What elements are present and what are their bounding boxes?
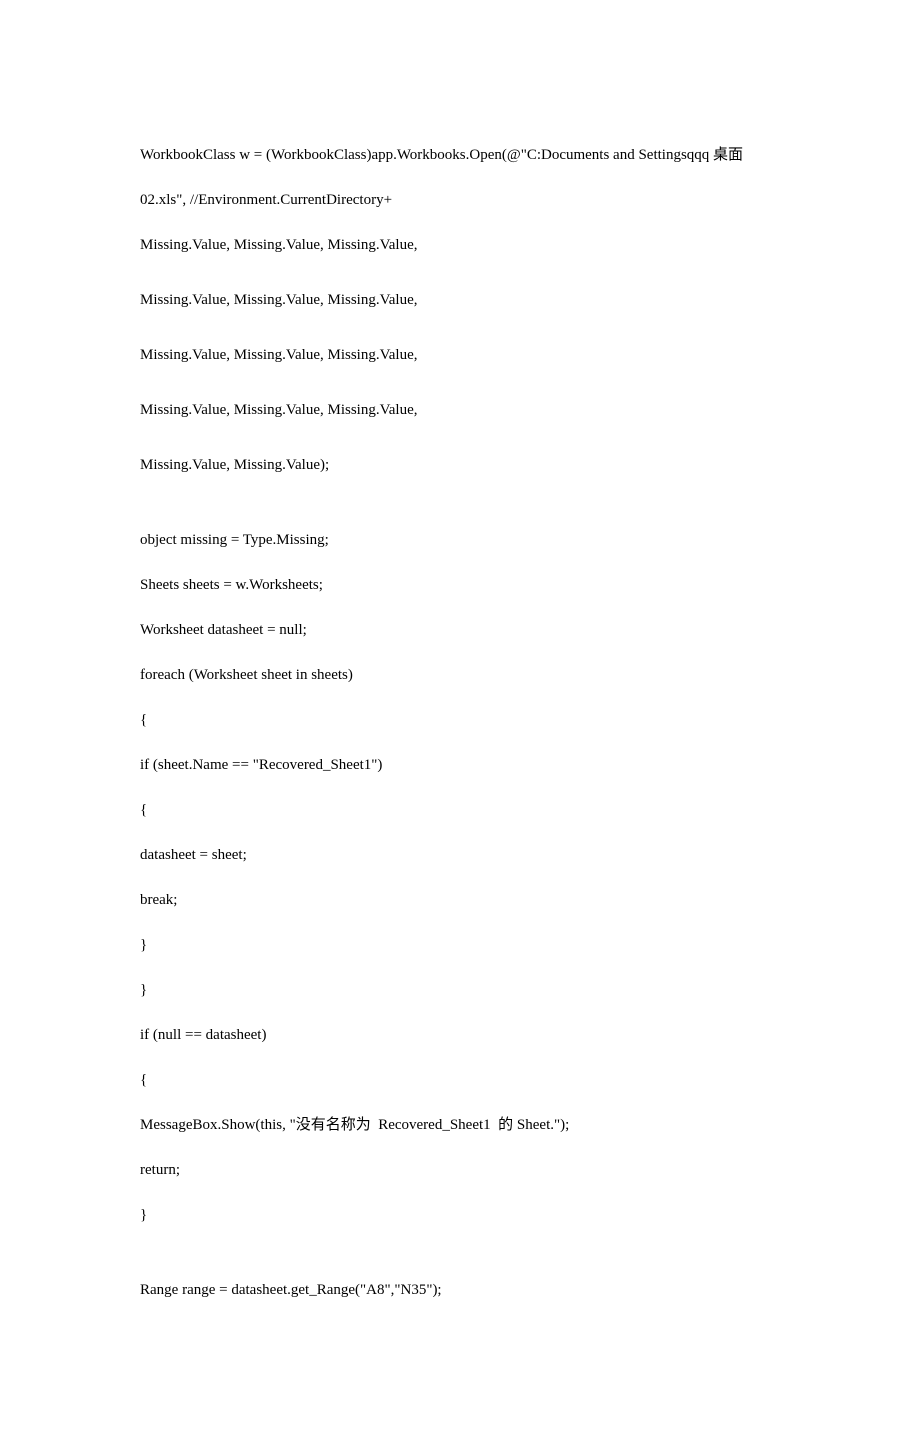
spacer bbox=[140, 390, 785, 400]
code-line: object missing = Type.Missing; bbox=[140, 530, 785, 551]
spacer bbox=[140, 1250, 785, 1280]
spacer bbox=[140, 500, 785, 530]
code-line: } bbox=[140, 1205, 785, 1226]
code-line: Missing.Value, Missing.Value, Missing.Va… bbox=[140, 345, 785, 366]
code-line: Missing.Value, Missing.Value, Missing.Va… bbox=[140, 235, 785, 256]
code-line: } bbox=[140, 935, 785, 956]
code-line: return; bbox=[140, 1160, 785, 1181]
code-line: Sheets sheets = w.Worksheets; bbox=[140, 575, 785, 596]
code-line: Missing.Value, Missing.Value); bbox=[140, 455, 785, 476]
code-line: Range range = datasheet.get_Range("A8","… bbox=[140, 1280, 785, 1301]
code-line: Missing.Value, Missing.Value, Missing.Va… bbox=[140, 290, 785, 311]
code-line: { bbox=[140, 1070, 785, 1091]
code-line: 02.xls", //Environment.CurrentDirectory+ bbox=[140, 190, 785, 211]
code-line: { bbox=[140, 710, 785, 731]
spacer bbox=[140, 445, 785, 455]
code-line: } bbox=[140, 980, 785, 1001]
code-line: Missing.Value, Missing.Value, Missing.Va… bbox=[140, 400, 785, 421]
code-line: Worksheet datasheet = null; bbox=[140, 620, 785, 641]
code-line: { bbox=[140, 800, 785, 821]
code-line: WorkbookClass w = (WorkbookClass)app.Wor… bbox=[140, 145, 785, 166]
code-line: if (null == datasheet) bbox=[140, 1025, 785, 1046]
code-line: MessageBox.Show(this, "没有名称为 Recovered_S… bbox=[140, 1115, 785, 1136]
code-line: datasheet = sheet; bbox=[140, 845, 785, 866]
code-line: break; bbox=[140, 890, 785, 911]
spacer bbox=[140, 335, 785, 345]
document-page: WorkbookClass w = (WorkbookClass)app.Wor… bbox=[0, 0, 920, 1455]
code-line: if (sheet.Name == "Recovered_Sheet1") bbox=[140, 755, 785, 776]
code-line: foreach (Worksheet sheet in sheets) bbox=[140, 665, 785, 686]
spacer bbox=[140, 280, 785, 290]
